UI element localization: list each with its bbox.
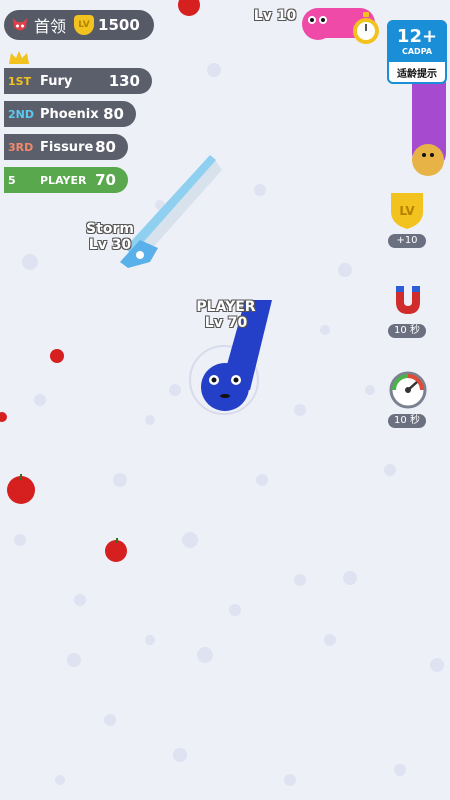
leaderboard-row-2: 2ND Phoenix 80 (4, 101, 136, 127)
age-rating-header: 12+ CADPA (389, 22, 445, 62)
age-rating: 12+ (396, 26, 438, 47)
lv-shield-icon: LV (391, 193, 423, 229)
powerup-lv-boost[interactable]: LV +10 (388, 190, 430, 248)
age-rating-badge: 12+ CADPA 适龄提示 (387, 20, 447, 84)
top-snake-level: Lv 10 (253, 8, 297, 24)
svg-text:LV: LV (399, 204, 415, 218)
magnet-icon (396, 286, 420, 314)
player-snake-level: Lv 70 (204, 315, 248, 331)
leaderboard-row-3: 3RD Fissure 80 (4, 134, 128, 160)
boss-value: 1500 (98, 16, 140, 34)
player-score: 130 (108, 72, 140, 90)
rank-label: 2ND (8, 107, 34, 121)
age-rating-hint: 适龄提示 (397, 69, 437, 80)
top-snake-tag: Lv 10 (240, 8, 310, 24)
powerup-label: 10 秒 (388, 414, 426, 428)
leaderboard-row-player: 5 PLAYER 70 (4, 167, 128, 193)
player-name: PLAYER (40, 173, 87, 187)
rank-label: 1ST (8, 74, 32, 88)
powerup-label: 10 秒 (388, 324, 426, 338)
stopwatch-icon (353, 12, 379, 44)
boss-score-pill: 首领 LV 1500 (4, 10, 154, 40)
storm-snake-level: Lv 30 (88, 237, 132, 253)
player-score: 80 (95, 138, 116, 156)
player-name: Fury (40, 73, 73, 89)
player-score: 80 (103, 105, 124, 123)
lv-icon: LV (74, 15, 95, 35)
boss-label: 首领 (34, 17, 67, 36)
player-score: 70 (95, 171, 116, 189)
player-snake-tag: PLAYER Lv 70 (186, 299, 266, 331)
powerup-magnet[interactable]: 10 秒 (388, 280, 430, 338)
speedometer-icon (389, 371, 427, 409)
age-rating-org: CADPA (401, 47, 433, 56)
powerup-label: +10 (388, 234, 426, 248)
powerup-speed[interactable]: 10 秒 (388, 370, 430, 428)
player-name: Fissure (40, 139, 94, 155)
leaderboard-row-1: 1ST Fury 130 (4, 68, 152, 94)
player-snake-name: PLAYER (196, 299, 256, 315)
storm-snake-name: Storm (86, 221, 134, 237)
storm-snake-tag: Storm Lv 30 (75, 221, 145, 253)
rank-label: 5 (8, 173, 16, 187)
rank-label: 3RD (8, 140, 34, 154)
player-name: Phoenix (40, 106, 99, 122)
crown-icon (9, 51, 29, 64)
boss-demon-icon (13, 18, 27, 31)
